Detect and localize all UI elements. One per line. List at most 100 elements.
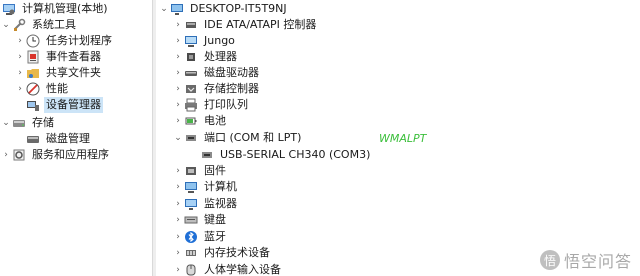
tree-item-label: 服务和应用程序: [32, 148, 109, 161]
processor-icon: [184, 50, 198, 64]
bluetooth-icon: [184, 230, 198, 244]
chevron-right-icon[interactable]: ›: [172, 49, 184, 65]
chevron-right-icon[interactable]: ›: [172, 97, 184, 113]
device-category-print-queue[interactable]: › 打印队列: [172, 97, 250, 113]
disk-management-icon: [26, 132, 40, 146]
tree-item-event-viewer[interactable]: › 事件查看器: [14, 49, 103, 65]
chevron-right-icon[interactable]: ›: [172, 17, 184, 33]
chevron-right-icon[interactable]: ›: [172, 33, 184, 49]
device-tree-root-label: DESKTOP-IT5T9NJ: [190, 2, 287, 15]
chevron-right-icon[interactable]: ›: [172, 245, 184, 261]
tree-item-device-manager[interactable]: 设备管理器: [26, 97, 103, 113]
watermark: 悟 悟空问答: [539, 248, 632, 272]
tree-item-label: 设备管理器: [44, 97, 103, 113]
shared-folder-icon: [26, 66, 40, 80]
watermark-logo-icon: 悟: [539, 250, 560, 270]
device-category-label: IDE ATA/ATAPI 控制器: [204, 18, 317, 31]
chevron-right-icon[interactable]: ›: [0, 147, 12, 163]
device-category-keyboard[interactable]: › 键盘: [172, 212, 228, 228]
chevron-down-icon[interactable]: ⌄: [0, 115, 12, 131]
device-item-usb-serial[interactable]: USB-SERIAL CH340 (COM3): [200, 147, 372, 163]
device-category-storage-controller[interactable]: › 存储控制器: [172, 81, 261, 97]
jungo-icon: [184, 34, 198, 48]
tree-item-label: 事件查看器: [46, 50, 101, 63]
tree-item-label: 共享文件夹: [46, 66, 101, 79]
battery-icon: [184, 114, 198, 128]
chevron-right-icon[interactable]: ›: [172, 65, 184, 81]
device-category-label: 端口 (COM 和 LPT): [204, 131, 302, 144]
services-icon: [12, 148, 26, 162]
device-category-processor[interactable]: › 处理器: [172, 49, 239, 65]
storage-icon: [12, 116, 26, 130]
chevron-right-icon[interactable]: ›: [172, 179, 184, 195]
keyboard-icon: [184, 213, 198, 227]
device-category-monitor[interactable]: › 监视器: [172, 196, 239, 212]
chevron-right-icon[interactable]: ›: [172, 81, 184, 97]
disk-drive-icon: [184, 66, 198, 80]
chevron-right-icon[interactable]: ›: [172, 212, 184, 228]
computer-icon: [170, 2, 184, 16]
chevron-down-icon[interactable]: ⌄: [158, 1, 170, 17]
clock-icon: [26, 34, 40, 48]
chevron-down-icon[interactable]: ⌄: [172, 130, 184, 146]
tree-item-storage[interactable]: ⌄ 存储: [0, 115, 56, 131]
device-category-battery[interactable]: › 电池: [172, 113, 228, 129]
device-category-computer[interactable]: › 计算机: [172, 179, 239, 195]
storage-controller-icon: [184, 82, 198, 96]
port-icon: [184, 131, 198, 145]
device-manager-icon: [26, 98, 40, 112]
device-tree-root[interactable]: ⌄ DESKTOP-IT5T9NJ: [158, 1, 289, 17]
device-category-label: 处理器: [204, 50, 237, 63]
tree-item-performance[interactable]: › 性能: [14, 81, 70, 97]
firmware-icon: [184, 164, 198, 178]
computer-management-icon: [2, 2, 16, 16]
chevron-right-icon[interactable]: ›: [172, 196, 184, 212]
device-category-disk-drive[interactable]: › 磁盘驱动器: [172, 65, 261, 81]
hid-icon: [184, 263, 198, 276]
device-category-firmware[interactable]: › 固件: [172, 163, 228, 179]
tree-item-label: 系统工具: [32, 18, 76, 31]
computer-icon: [184, 180, 198, 194]
chevron-down-icon[interactable]: ⌄: [0, 17, 12, 33]
device-category-jungo[interactable]: › Jungo: [172, 33, 237, 49]
chevron-right-icon[interactable]: ›: [14, 33, 26, 49]
print-queue-icon: [184, 98, 198, 112]
chevron-right-icon[interactable]: ›: [14, 81, 26, 97]
tools-icon: [12, 18, 26, 32]
device-category-hid[interactable]: › 人体学输入设备: [172, 262, 283, 276]
device-category-memory-tech[interactable]: › 内存技术设备: [172, 245, 272, 261]
device-category-ports[interactable]: ⌄ 端口 (COM 和 LPT): [172, 130, 303, 146]
device-category-label: 键盘: [204, 213, 226, 226]
chevron-right-icon[interactable]: ›: [14, 49, 26, 65]
tree-item-disk-management[interactable]: 磁盘管理: [26, 131, 92, 147]
tree-item-computer-management[interactable]: 计算机管理(本地): [2, 1, 110, 17]
tree-item-task-scheduler[interactable]: › 任务计划程序: [14, 33, 114, 49]
left-tree-pane: 计算机管理(本地) ⌄ 系统工具 › 任务计划程序 › 事件查看器 › 共享文件…: [0, 0, 152, 276]
device-category-label: 计算机: [204, 180, 237, 193]
chevron-right-icon[interactable]: ›: [172, 113, 184, 129]
serial-port-icon: [200, 148, 214, 162]
chevron-right-icon[interactable]: ›: [14, 65, 26, 81]
overlay-annotation: WMALPT: [379, 132, 427, 145]
tree-item-label: 存储: [32, 116, 54, 129]
tree-item-label: 任务计划程序: [46, 34, 112, 47]
chevron-right-icon[interactable]: ›: [172, 262, 184, 276]
device-category-bluetooth[interactable]: › 蓝牙: [172, 229, 228, 245]
tree-item-shared-folders[interactable]: › 共享文件夹: [14, 65, 103, 81]
performance-icon: [26, 82, 40, 96]
device-category-label: 内存技术设备: [204, 246, 270, 259]
chevron-right-icon[interactable]: ›: [172, 229, 184, 245]
chevron-right-icon[interactable]: ›: [172, 163, 184, 179]
tree-item-label: 性能: [46, 82, 68, 95]
device-category-ide[interactable]: › IDE ATA/ATAPI 控制器: [172, 17, 318, 33]
memory-tech-icon: [184, 246, 198, 260]
tree-item-label: 计算机管理(本地): [22, 2, 108, 15]
tree-item-system-tools[interactable]: ⌄ 系统工具: [0, 17, 78, 33]
device-category-label: 打印队列: [204, 98, 248, 111]
event-viewer-icon: [26, 50, 40, 64]
tree-item-services-apps[interactable]: › 服务和应用程序: [0, 147, 111, 163]
device-category-label: 监视器: [204, 197, 237, 210]
device-category-label: 蓝牙: [204, 230, 226, 243]
tree-item-label: 磁盘管理: [46, 132, 90, 145]
device-category-label: Jungo: [204, 34, 235, 47]
